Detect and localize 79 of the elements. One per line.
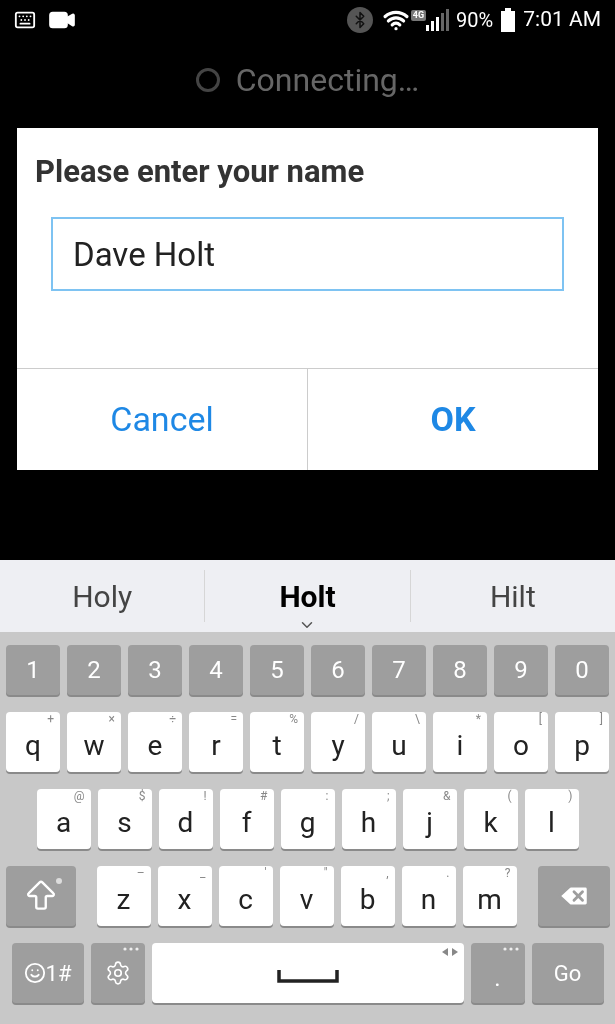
key-hint: % — [289, 713, 298, 725]
key-hint: ? — [504, 867, 511, 879]
space-key[interactable] — [151, 943, 464, 1003]
key-hint: & — [443, 790, 451, 802]
letter-key[interactable]: k ( — [463, 789, 518, 849]
key-hint: : — [325, 790, 329, 802]
key-hint: ! — [203, 790, 207, 802]
letter-key[interactable]: g : — [280, 789, 335, 849]
suggestion[interactable]: Hilt — [489, 573, 536, 619]
network-badge: 4G — [410, 9, 427, 21]
key-hint: ( — [507, 790, 512, 802]
key-hint: ) — [568, 790, 573, 802]
letter-key[interactable]: i * — [433, 712, 487, 772]
key-hint: . — [446, 867, 450, 879]
ok-button[interactable]: OK — [307, 369, 598, 470]
letter-key[interactable]: v " — [279, 866, 334, 926]
letter-key[interactable]: f # — [219, 789, 274, 849]
letter-key[interactable]: j & — [402, 789, 457, 849]
key-hint: @ — [73, 790, 85, 802]
key-hint: + — [47, 713, 54, 725]
backspace-key[interactable] — [537, 866, 610, 926]
more-dots-icon — [122, 947, 139, 951]
key-hint: ' — [264, 867, 267, 879]
letter-key[interactable]: x _ — [157, 866, 212, 926]
key-hint: $ — [138, 790, 146, 802]
key-hint: – — [136, 867, 145, 879]
settings-key[interactable] — [90, 943, 145, 1003]
signal-icon — [426, 9, 451, 31]
name-input-field[interactable]: Dave Holt — [51, 217, 564, 291]
letter-key[interactable]: n . — [401, 866, 456, 926]
indicator-icon — [55, 878, 62, 884]
battery-level: 90% — [456, 7, 494, 34]
letter-key[interactable]: u \ — [372, 712, 426, 772]
letter-key[interactable]: d ! — [158, 789, 213, 849]
connecting-status: Connecting… — [235, 60, 420, 101]
shift-key[interactable] — [5, 866, 76, 926]
letter-key[interactable]: r = — [189, 712, 243, 772]
dialog-title: Please enter your name — [34, 152, 366, 187]
key-hint: [ — [538, 713, 542, 725]
key-hint: " — [323, 867, 328, 879]
bluetooth-icon — [346, 7, 373, 33]
letter-key[interactable]: p ] — [555, 712, 609, 772]
letter-key[interactable]: h ; — [341, 789, 396, 849]
settings-icon — [104, 960, 131, 986]
letter-key[interactable]: e ÷ — [128, 712, 182, 772]
letter-key[interactable]: z – — [96, 866, 151, 926]
letter-key[interactable]: y / — [311, 712, 365, 772]
key-hint: ÷ — [169, 713, 176, 725]
key-hint: ; — [386, 790, 390, 802]
smiley-icon — [23, 962, 46, 984]
key-hint: × — [108, 713, 115, 725]
suggestion[interactable]: Holt — [279, 573, 336, 619]
key-hint: / — [354, 713, 359, 725]
key-hint: \ — [415, 713, 420, 725]
letter-key[interactable]: m ? — [462, 866, 517, 926]
key-hint: ] — [599, 713, 603, 725]
letter-key[interactable]: o [ — [494, 712, 548, 772]
suggestion[interactable]: Holy — [72, 573, 133, 619]
cancel-button[interactable]: Cancel — [17, 369, 307, 470]
letter-key[interactable]: a @ — [36, 789, 91, 849]
clock: 7:01 AM — [523, 6, 601, 34]
key-hint: # — [260, 790, 268, 802]
more-dots-icon — [502, 947, 519, 951]
letter-key[interactable]: t % — [250, 712, 304, 772]
letter-key[interactable]: s $ — [97, 789, 152, 849]
key-hint: * — [475, 713, 481, 725]
keyboard-icon — [14, 9, 36, 31]
battery-icon — [501, 8, 516, 32]
key-hint: _ — [200, 867, 206, 879]
key-hint: = — [230, 713, 237, 725]
letter-key[interactable]: w × — [67, 712, 121, 772]
letter-key[interactable]: l ) — [524, 789, 579, 849]
letter-key[interactable]: c ' — [218, 866, 273, 926]
space-icon — [276, 968, 339, 984]
cursor-arrows-icon — [441, 948, 458, 956]
letter-key[interactable]: q + — [6, 712, 60, 772]
letter-key[interactable]: b , — [340, 866, 395, 926]
spinner-icon — [195, 68, 220, 92]
key-hint: , — [386, 867, 389, 879]
